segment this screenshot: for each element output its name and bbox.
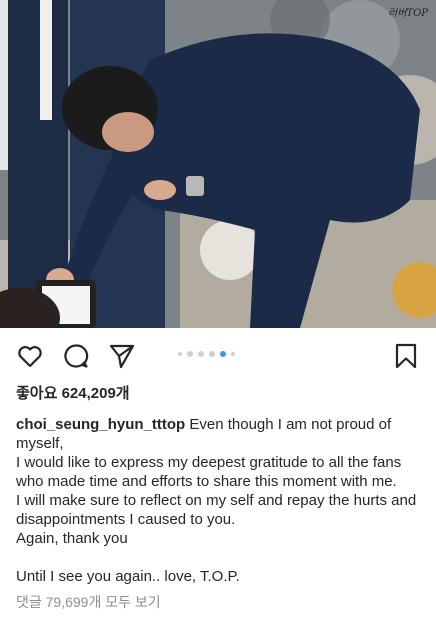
bookmark-icon bbox=[395, 343, 417, 369]
likes-count[interactable]: 좋아요 624,209개 bbox=[0, 383, 436, 405]
carousel-dot bbox=[187, 351, 193, 357]
comment-bubble-icon bbox=[64, 344, 89, 368]
like-button[interactable] bbox=[16, 342, 44, 370]
caption-line: Until I see you again.. love, T.O.P. bbox=[16, 568, 240, 585]
carousel-dot bbox=[231, 352, 235, 356]
save-button[interactable] bbox=[392, 342, 420, 370]
action-bar bbox=[0, 328, 436, 380]
carousel-dot bbox=[209, 351, 215, 357]
photo-watermark: 러버TOP bbox=[388, 8, 428, 19]
view-all-comments-link[interactable]: 댓글 79,699개 모두 보기 bbox=[0, 592, 436, 612]
heart-icon bbox=[18, 346, 42, 368]
caption-username[interactable]: choi_seung_hyun_tttop bbox=[16, 416, 185, 433]
comment-button[interactable] bbox=[62, 342, 90, 370]
caption-first-line: choi_seung_hyun_tttop Even though I am n… bbox=[16, 415, 420, 453]
post-caption: choi_seung_hyun_tttop Even though I am n… bbox=[0, 415, 436, 586]
carousel-dot bbox=[178, 352, 182, 356]
caption-line: Again, thank you bbox=[16, 530, 128, 547]
carousel-dot-active bbox=[220, 351, 226, 357]
paper-plane-icon bbox=[109, 344, 135, 369]
caption-line: I would like to express my deepest grati… bbox=[16, 454, 402, 490]
photo-illustration bbox=[0, 0, 436, 328]
carousel-dot bbox=[198, 351, 204, 357]
caption-line: I will make sure to reflect on my self a… bbox=[16, 492, 417, 528]
post-photo[interactable]: 러버TOP bbox=[0, 0, 436, 328]
share-button[interactable] bbox=[108, 342, 136, 370]
carousel-indicator bbox=[178, 351, 235, 357]
